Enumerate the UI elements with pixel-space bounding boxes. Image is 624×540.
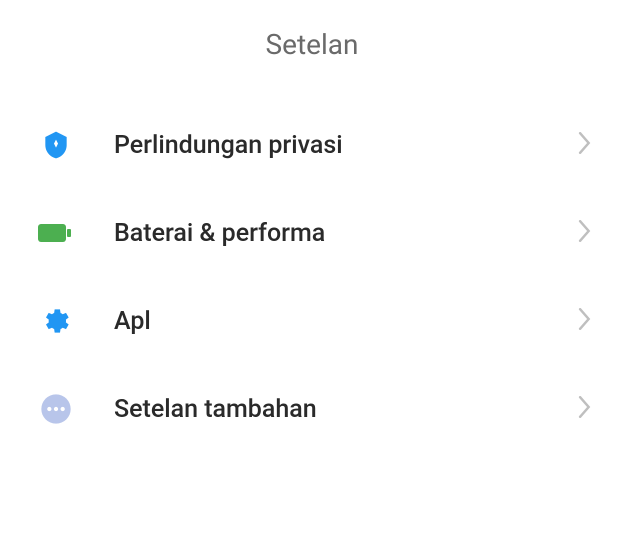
menu-item-additional[interactable]: Setelan tambahan (32, 365, 592, 453)
chevron-right-icon (578, 396, 592, 422)
menu-item-privacy[interactable]: Perlindungan privasi (32, 101, 592, 189)
menu-item-label: Perlindungan privasi (114, 131, 578, 160)
shield-icon (38, 127, 74, 163)
menu-item-label: Setelan tambahan (114, 395, 578, 424)
chevron-right-icon (578, 308, 592, 334)
gear-icon (38, 303, 74, 339)
chevron-right-icon (578, 132, 592, 158)
menu-item-apps[interactable]: Apl (32, 277, 592, 365)
settings-menu: Perlindungan privasi Baterai & performa (0, 101, 624, 453)
menu-item-label: Baterai & performa (114, 219, 578, 248)
dots-icon (38, 391, 74, 427)
menu-item-label: Apl (114, 307, 578, 336)
header: Setelan (0, 0, 624, 101)
battery-icon (38, 215, 74, 251)
menu-item-battery[interactable]: Baterai & performa (32, 189, 592, 277)
chevron-right-icon (578, 220, 592, 246)
page-title: Setelan (0, 28, 624, 61)
